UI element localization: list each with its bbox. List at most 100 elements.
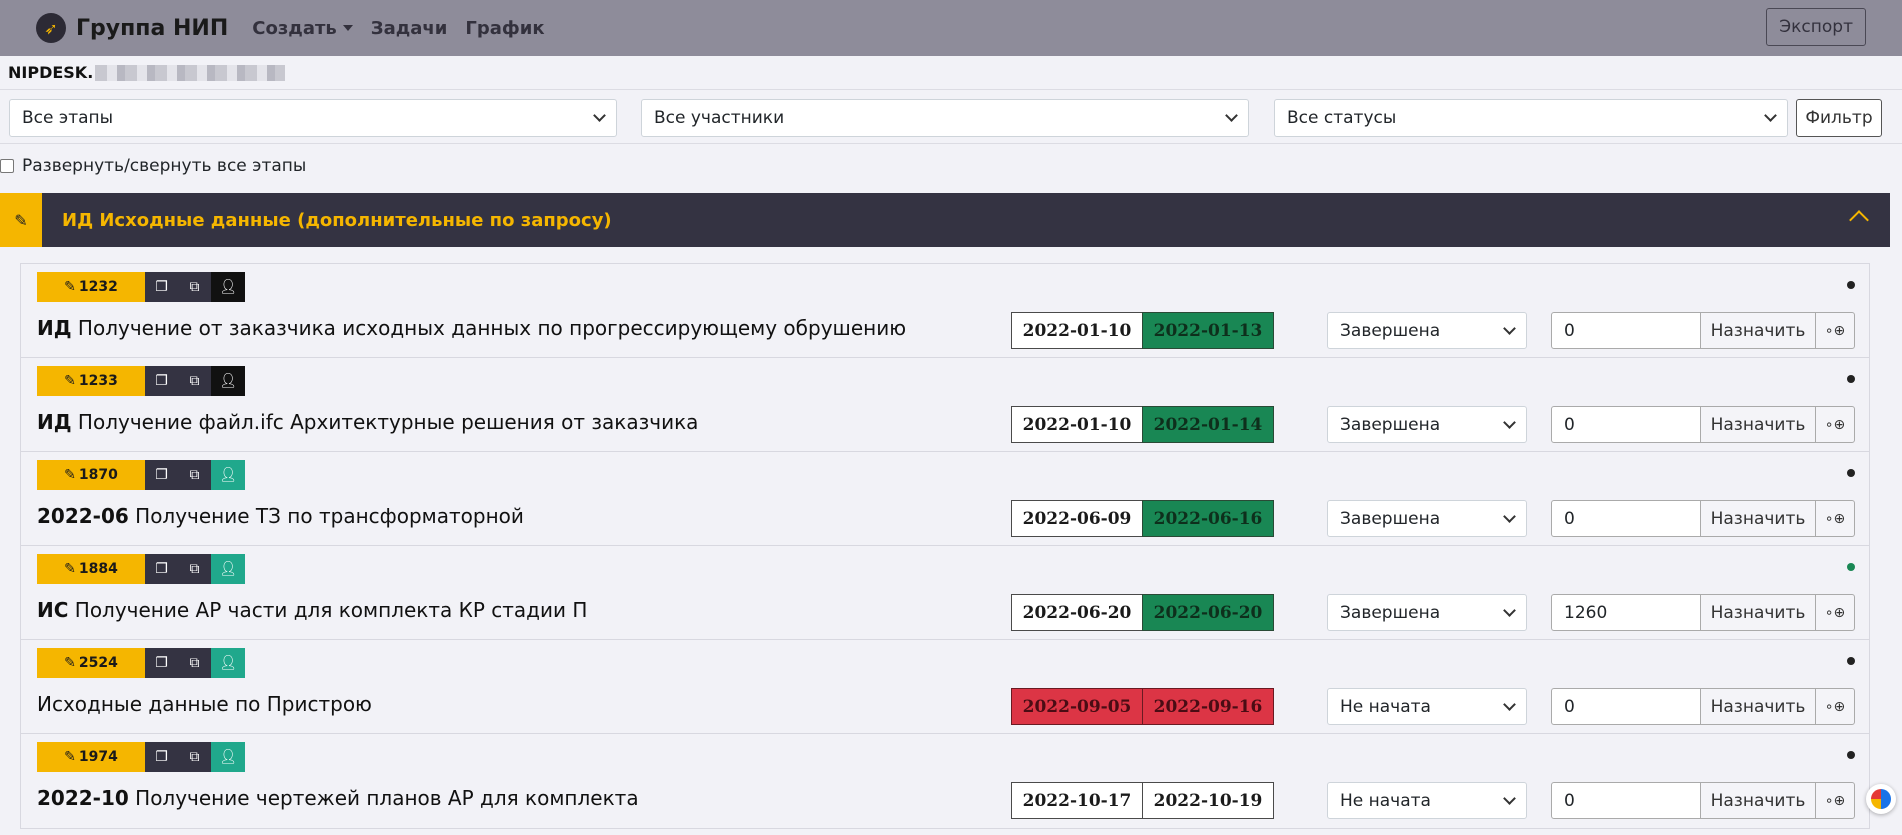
task-title[interactable]: ИС Получение АР части для комплекта КР с… [37, 598, 587, 622]
task-start-date[interactable]: 2022-01-10 [1011, 406, 1143, 443]
stage-header[interactable]: ✎ ИД Исходные данные (дополнительные по … [0, 193, 1890, 247]
external-link-icon[interactable]: ⧉ [178, 366, 211, 396]
external-link-icon[interactable]: ⧉ [178, 460, 211, 490]
copy-icon[interactable]: ❐ [145, 648, 178, 678]
target-icon[interactable]: ∘⊕ [1815, 688, 1855, 725]
task-edit-button[interactable]: ✎ 1233 [37, 366, 145, 396]
task-end-date[interactable]: 2022-10-19 [1142, 782, 1274, 819]
nav-schedule[interactable]: График [465, 18, 544, 39]
task-status-value: Не начата [1340, 696, 1431, 717]
user-icon[interactable]: 👤︎ [211, 460, 245, 490]
task-prefix: ИД [37, 316, 72, 340]
task-dates: 2022-06-09 2022-06-16 [1011, 500, 1274, 537]
task-title[interactable]: 2022-10 Получение чертежей планов АР для… [37, 786, 639, 810]
task-name: Получение АР части для комплекта КР стад… [74, 598, 588, 622]
external-link-icon[interactable]: ⧉ [178, 272, 211, 302]
assign-button[interactable]: Назначить [1700, 688, 1816, 725]
task-hours-input[interactable]: 1260 [1551, 594, 1701, 631]
task-hours-input[interactable]: 0 [1551, 500, 1701, 537]
assistant-fab[interactable] [1866, 784, 1896, 814]
assign-button[interactable]: Назначить [1700, 782, 1816, 819]
external-link-icon[interactable]: ⧉ [178, 742, 211, 772]
copy-icon[interactable]: ❐ [145, 554, 178, 584]
user-icon[interactable]: 👤︎ [211, 742, 245, 772]
chevron-down-icon [1503, 791, 1516, 805]
task-status-select[interactable]: Не начата [1327, 688, 1527, 725]
task-end-date[interactable]: 2022-01-14 [1142, 406, 1274, 443]
user-icon[interactable]: 👤︎ [211, 272, 245, 302]
user-icon[interactable]: 👤︎ [211, 366, 245, 396]
task-title[interactable]: 2022-06 Получение ТЗ по трансформаторной [37, 504, 524, 528]
task-edit-button[interactable]: ✎ 1974 [37, 742, 145, 772]
status-dot [1847, 563, 1855, 571]
task-edit-button[interactable]: ✎ 1232 [37, 272, 145, 302]
task-title[interactable]: ИД Получение от заказчика исходных данны… [37, 316, 906, 340]
task-hours-input[interactable]: 0 [1551, 688, 1701, 725]
task-status-select[interactable]: Завершена [1327, 406, 1527, 443]
task-prefix: 2022-06 [37, 504, 129, 528]
pencil-icon[interactable]: ✎ [0, 193, 42, 247]
task-start-date[interactable]: 2022-06-20 [1011, 594, 1143, 631]
user-icon[interactable]: 👤︎ [211, 554, 245, 584]
task-hours-input[interactable]: 0 [1551, 782, 1701, 819]
assign-button[interactable]: Назначить [1700, 312, 1816, 349]
toggle-all-stages[interactable]: Развернуть/свернуть все этапы [0, 156, 306, 176]
stage-filter-select[interactable]: Все этапы [9, 99, 617, 137]
task-hours-input[interactable]: 0 [1551, 312, 1701, 349]
external-link-icon[interactable]: ⧉ [178, 554, 211, 584]
task-hours-input[interactable]: 0 [1551, 406, 1701, 443]
task-status-select[interactable]: Завершена [1327, 594, 1527, 631]
task-edit-button[interactable]: ✎ 2524 [37, 648, 145, 678]
task-status-select[interactable]: Не начата [1327, 782, 1527, 819]
copy-icon[interactable]: ❐ [145, 366, 178, 396]
brand[interactable]: ➶ Группа НИП [36, 13, 228, 43]
task-start-date[interactable]: 2022-09-05 [1011, 688, 1143, 725]
task-end-date[interactable]: 2022-06-20 [1142, 594, 1274, 631]
task-row: ✎ 1232 ❐ ⧉ 👤︎ ИД Получение от заказчика исход… [21, 264, 1869, 358]
participant-filter-select[interactable]: Все участники [641, 99, 1249, 137]
task-toolbar: ✎ 1232 ❐ ⧉ 👤︎ [37, 272, 245, 302]
task-dates: 2022-01-10 2022-01-14 [1011, 406, 1274, 443]
user-icon[interactable]: 👤︎ [211, 648, 245, 678]
task-status-select[interactable]: Завершена [1327, 500, 1527, 537]
task-end-date[interactable]: 2022-09-16 [1142, 688, 1274, 725]
task-status-value: Не начата [1340, 790, 1431, 811]
nav-schedule-label: График [465, 17, 545, 39]
target-icon[interactable]: ∘⊕ [1815, 594, 1855, 631]
target-icon[interactable]: ∘⊕ [1815, 500, 1855, 537]
pencil-icon: ✎ [64, 561, 76, 577]
task-dates: 2022-09-05 2022-09-16 [1011, 688, 1274, 725]
task-status-select[interactable]: Завершена [1327, 312, 1527, 349]
task-dates: 2022-06-20 2022-06-20 [1011, 594, 1274, 631]
toggle-all-checkbox[interactable] [0, 159, 14, 173]
task-end-date[interactable]: 2022-01-13 [1142, 312, 1274, 349]
chevron-up-icon[interactable] [1849, 210, 1869, 230]
copy-icon[interactable]: ❐ [145, 460, 178, 490]
assign-button[interactable]: Назначить [1700, 406, 1816, 443]
pencil-icon: ✎ [64, 749, 76, 765]
task-edit-button[interactable]: ✎ 1870 [37, 460, 145, 490]
task-end-date[interactable]: 2022-06-16 [1142, 500, 1274, 537]
target-icon[interactable]: ∘⊕ [1815, 782, 1855, 819]
export-button[interactable]: Экспорт [1766, 8, 1866, 46]
assign-button[interactable]: Назначить [1700, 500, 1816, 537]
task-start-date[interactable]: 2022-01-10 [1011, 312, 1143, 349]
chevron-down-icon [1503, 509, 1516, 523]
assign-button[interactable]: Назначить [1700, 594, 1816, 631]
task-toolbar: ✎ 1233 ❐ ⧉ 👤︎ [37, 366, 245, 396]
filter-button[interactable]: Фильтр [1796, 99, 1882, 137]
task-edit-button[interactable]: ✎ 1884 [37, 554, 145, 584]
task-title[interactable]: Исходные данные по Пристрою [37, 692, 372, 716]
copy-icon[interactable]: ❐ [145, 742, 178, 772]
task-start-date[interactable]: 2022-06-09 [1011, 500, 1143, 537]
status-filter-select[interactable]: Все статусы [1274, 99, 1788, 137]
external-link-icon[interactable]: ⧉ [178, 648, 211, 678]
target-icon[interactable]: ∘⊕ [1815, 406, 1855, 443]
target-icon[interactable]: ∘⊕ [1815, 312, 1855, 349]
copy-icon[interactable]: ❐ [145, 272, 178, 302]
task-start-date[interactable]: 2022-10-17 [1011, 782, 1143, 819]
nav-create[interactable]: Создать [252, 18, 353, 39]
nav-tasks[interactable]: Задачи [371, 18, 448, 39]
task-row: ✎ 2524 ❐ ⧉ 👤︎ Исходные данные по Пристрою 202… [21, 640, 1869, 734]
task-title[interactable]: ИД Получение файл.ifc Архитектурные реше… [37, 410, 698, 434]
